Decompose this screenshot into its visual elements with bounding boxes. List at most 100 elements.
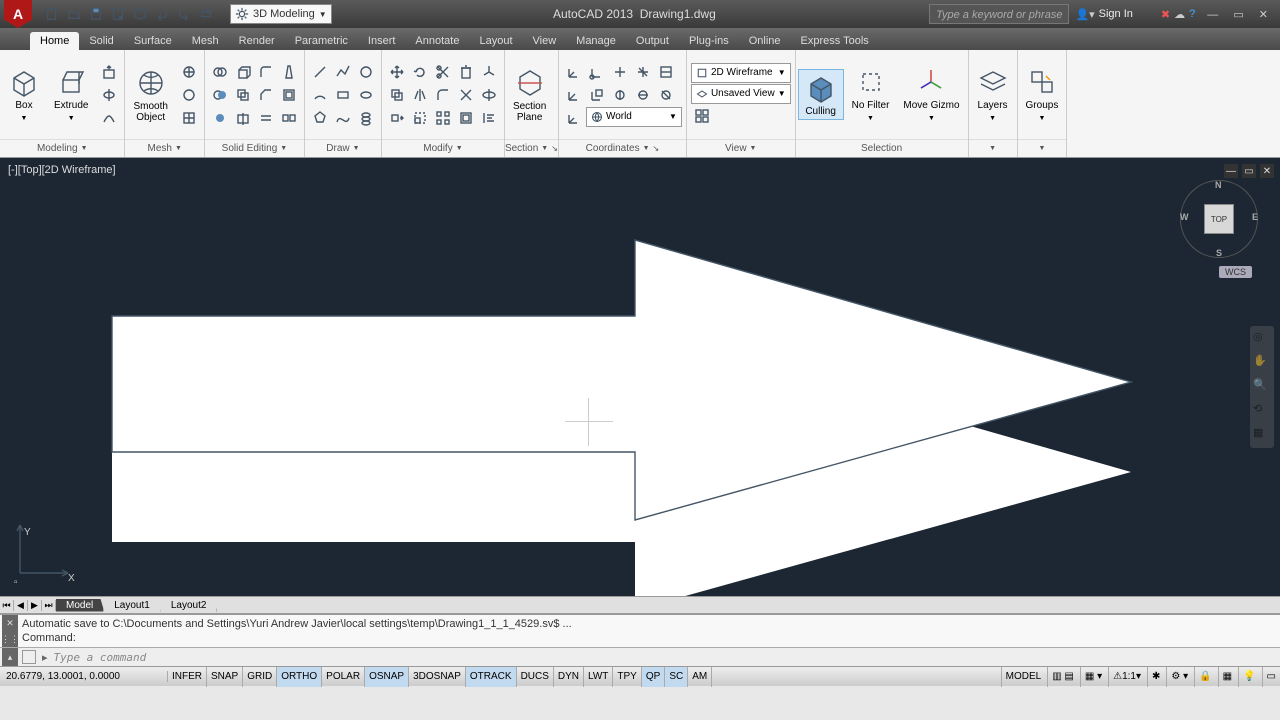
- offset-icon[interactable]: [455, 107, 477, 129]
- status-toggle-qp[interactable]: QP: [642, 667, 665, 687]
- status-toggle-grid[interactable]: GRID: [243, 667, 277, 687]
- ucs-icon-11[interactable]: [563, 107, 585, 129]
- status-toggle-tpy[interactable]: TPY: [613, 667, 641, 687]
- intersect-icon[interactable]: [209, 107, 231, 129]
- workspace-selector[interactable]: 3D Modeling ▼: [230, 4, 332, 24]
- thicken-icon[interactable]: [255, 107, 277, 129]
- helix-icon[interactable]: [355, 107, 377, 129]
- line-icon[interactable]: [309, 61, 331, 83]
- ucs-icon[interactable]: Y X ▫: [10, 513, 80, 586]
- slice-icon[interactable]: [232, 107, 254, 129]
- ucs-icon-2[interactable]: [586, 61, 608, 83]
- status-toggle-otrack[interactable]: OTRACK: [466, 667, 517, 687]
- align-icon[interactable]: [478, 107, 500, 129]
- command-input[interactable]: Type a command: [54, 651, 1276, 664]
- infocenter-person-icon[interactable]: 👤▾: [1075, 8, 1094, 21]
- visual-style-combo[interactable]: 2D Wireframe▼: [691, 63, 791, 83]
- mirror-icon[interactable]: [409, 84, 431, 106]
- ellipse-icon[interactable]: [355, 84, 377, 106]
- offset-face-icon[interactable]: [232, 84, 254, 106]
- tab-solid[interactable]: Solid: [79, 32, 123, 50]
- tab-insert[interactable]: Insert: [358, 32, 406, 50]
- cmd-close-icon[interactable]: ✕: [6, 616, 14, 630]
- stretch-icon[interactable]: [386, 107, 408, 129]
- ucs-icon-5[interactable]: [655, 61, 677, 83]
- help-icon[interactable]: ?: [1189, 8, 1195, 20]
- array-icon[interactable]: [432, 107, 454, 129]
- signin-link[interactable]: Sign In: [1099, 8, 1133, 20]
- status-annotation-icon[interactable]: ✱: [1147, 667, 1164, 687]
- union-icon[interactable]: [209, 61, 231, 83]
- tab-plugins[interactable]: Plug-ins: [679, 32, 739, 50]
- arc-icon[interactable]: [309, 84, 331, 106]
- mesh-more-icon[interactable]: [178, 61, 200, 83]
- ucs-icon-4[interactable]: [632, 61, 654, 83]
- tab-annotate[interactable]: Annotate: [405, 32, 469, 50]
- gizmo-button[interactable]: Move Gizmo▼: [897, 64, 965, 126]
- status-toggle-ortho[interactable]: ORTHO: [277, 667, 322, 687]
- status-toggle-sc[interactable]: SC: [665, 667, 688, 687]
- status-toggle-ducs[interactable]: DUCS: [517, 667, 554, 687]
- tab-manage[interactable]: Manage: [566, 32, 626, 50]
- cmd-handle-icon[interactable]: ⋮⋮: [1, 632, 19, 646]
- app-icon[interactable]: A: [4, 0, 32, 28]
- exchange-icon[interactable]: ✖: [1161, 8, 1170, 21]
- polyline-icon[interactable]: [332, 61, 354, 83]
- status-layout-icons[interactable]: ▥ ▤: [1047, 667, 1078, 687]
- status-toggle-osnap[interactable]: OSNAP: [365, 667, 409, 687]
- section-plane-button[interactable]: Section Plane: [507, 65, 552, 125]
- tab-view[interactable]: View: [523, 32, 567, 50]
- status-coords[interactable]: 20.6779, 13.0001, 0.0000: [0, 671, 168, 682]
- help-search-input[interactable]: Type a keyword or phrase: [929, 4, 1069, 24]
- tab-output[interactable]: Output: [626, 32, 679, 50]
- layout-next-icon[interactable]: ▶: [28, 600, 42, 611]
- move-icon[interactable]: [386, 61, 408, 83]
- status-toggle-infer[interactable]: INFER: [168, 667, 207, 687]
- rotate-icon[interactable]: [409, 61, 431, 83]
- fillet-icon[interactable]: [432, 84, 454, 106]
- sweep-icon[interactable]: [98, 107, 120, 129]
- status-lock-icon[interactable]: 🔒: [1194, 667, 1215, 687]
- tab-mesh[interactable]: Mesh: [182, 32, 229, 50]
- layout-tab-model[interactable]: Model: [56, 599, 104, 612]
- status-toggle-3dosnap[interactable]: 3DOSNAP: [409, 667, 466, 687]
- status-workspace-icon[interactable]: ⚙ ▾: [1166, 667, 1192, 687]
- status-isolate-icon[interactable]: 💡: [1238, 667, 1259, 687]
- ucs-icon-10[interactable]: [655, 84, 677, 106]
- revolve-icon[interactable]: [98, 84, 120, 106]
- scale-icon[interactable]: [409, 107, 431, 129]
- status-model[interactable]: MODEL: [1001, 667, 1046, 687]
- print-icon[interactable]: [196, 4, 216, 24]
- view-manager-icon[interactable]: [691, 105, 713, 127]
- layout-first-icon[interactable]: ⏮: [0, 600, 14, 611]
- status-toggle-dyn[interactable]: DYN: [554, 667, 584, 687]
- fillet-edge-icon[interactable]: [255, 61, 277, 83]
- trim-icon[interactable]: [432, 61, 454, 83]
- status-annoscale[interactable]: ⚠ 1:1 ▾: [1108, 667, 1145, 687]
- extrude-button[interactable]: Extrude▼: [48, 64, 94, 126]
- ucs-icon-9[interactable]: [632, 84, 654, 106]
- move3d-icon[interactable]: [478, 61, 500, 83]
- polygon-icon[interactable]: [309, 107, 331, 129]
- undo-icon[interactable]: [152, 4, 172, 24]
- groups-button[interactable]: Groups▼: [1020, 64, 1065, 126]
- subtract-icon[interactable]: [209, 84, 231, 106]
- nofilter-button[interactable]: No Filter▼: [846, 64, 896, 126]
- redo-icon[interactable]: [174, 4, 194, 24]
- tab-home[interactable]: Home: [30, 32, 79, 50]
- copy-icon[interactable]: [386, 84, 408, 106]
- ucs-icon-1[interactable]: [563, 61, 585, 83]
- rectangle-icon[interactable]: [332, 84, 354, 106]
- saveas-icon[interactable]: [108, 4, 128, 24]
- status-clean-icon[interactable]: ▭: [1262, 667, 1280, 687]
- tab-online[interactable]: Online: [739, 32, 791, 50]
- status-toggle-lwt[interactable]: LWT: [584, 667, 613, 687]
- new-icon[interactable]: [42, 4, 62, 24]
- status-toggle-am[interactable]: AM: [688, 667, 712, 687]
- minimize-icon[interactable]: —: [1201, 9, 1224, 21]
- mesh-refine-icon[interactable]: [178, 107, 200, 129]
- erase-icon[interactable]: [455, 61, 477, 83]
- status-hardware-icon[interactable]: ▦: [1218, 667, 1236, 687]
- plot-icon[interactable]: [130, 4, 150, 24]
- mesh-less-icon[interactable]: [178, 84, 200, 106]
